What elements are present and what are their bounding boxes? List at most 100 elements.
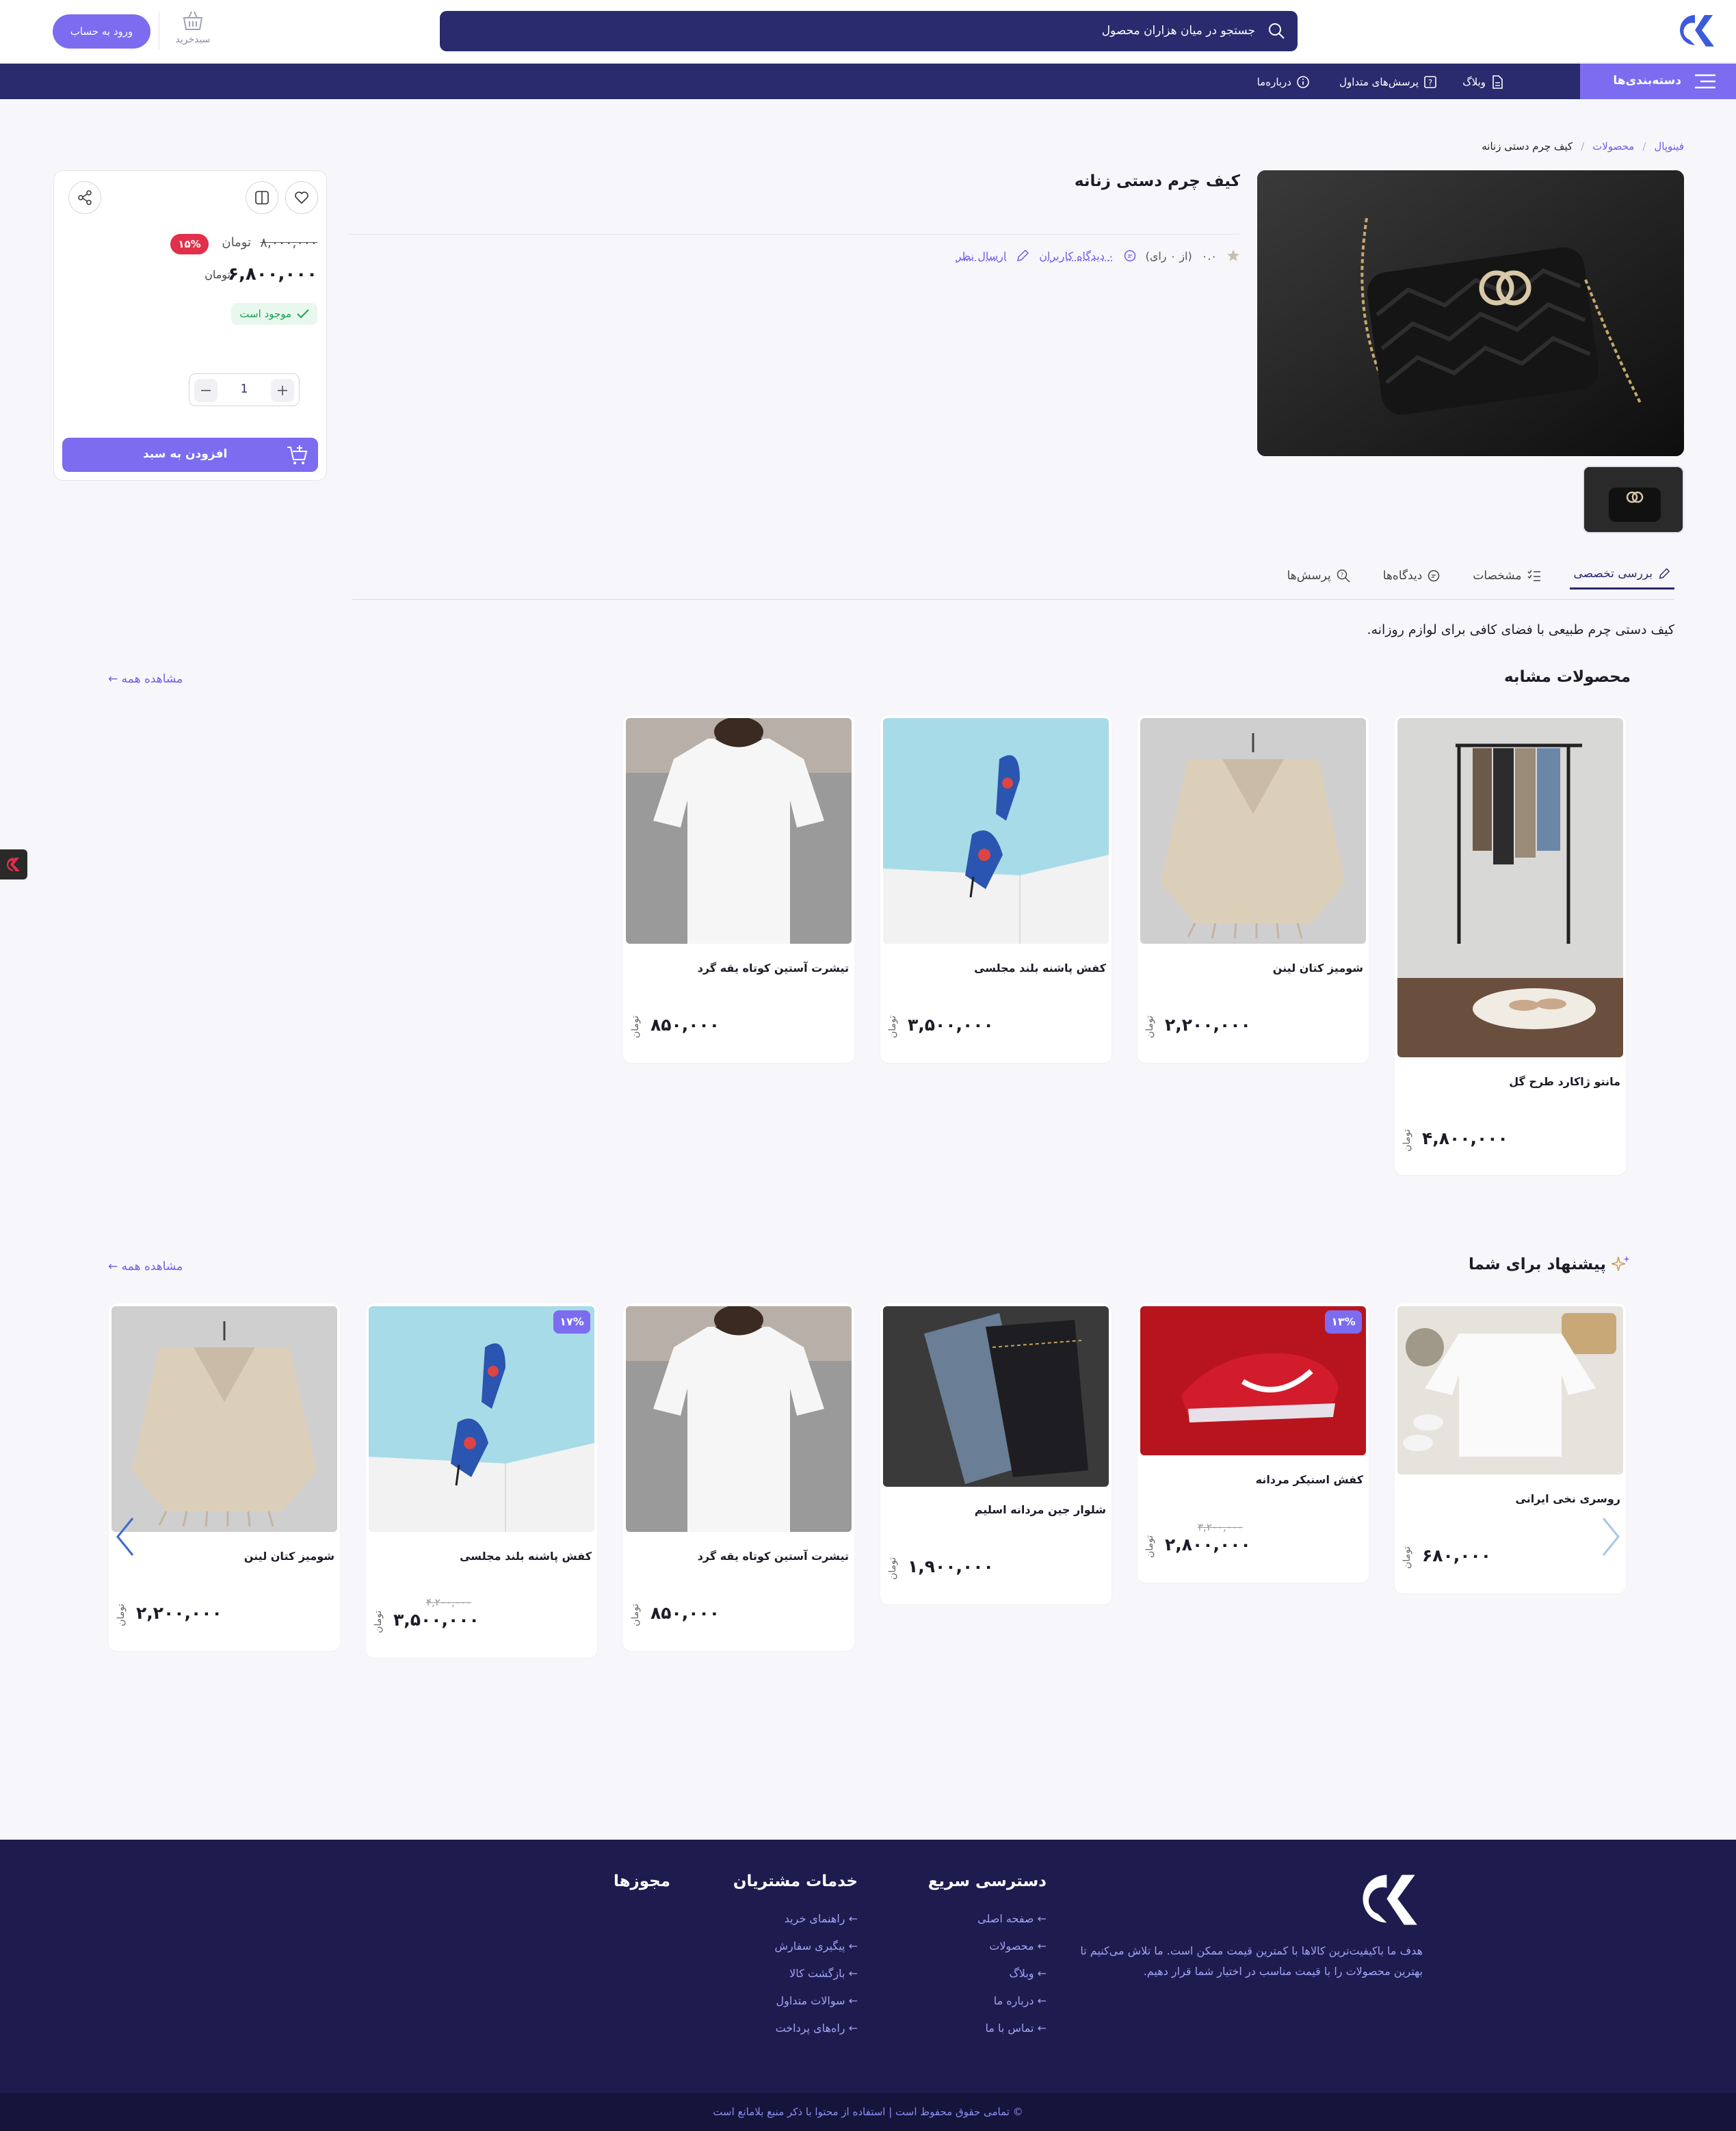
tab-specs[interactable]: مشخصات <box>1469 562 1544 590</box>
product-image <box>369 1306 594 1532</box>
product-name: کفش اسنیکر مردانه <box>1255 1473 1363 1486</box>
tab-questions-label: پرسش‌ها <box>1287 569 1331 583</box>
footer-link[interactable]: ← درباره ما <box>928 1987 1047 2015</box>
nav-blog-label: وبلاگ <box>1462 76 1486 88</box>
decrease-button[interactable] <box>194 379 218 402</box>
side-widget[interactable] <box>0 849 27 879</box>
search-placeholder: جستجو در میان هزاران محصول <box>1101 24 1255 38</box>
reviews-link[interactable]: ۰ دیدگاه کاربران <box>1039 250 1114 263</box>
info-icon <box>1297 76 1309 88</box>
footer-link[interactable]: ← وبلاگ <box>928 1960 1047 1987</box>
add-to-cart-label: افزودن به سبد <box>143 447 228 461</box>
checklist-icon <box>1527 570 1540 581</box>
price-unit: تومان <box>887 1015 898 1038</box>
comment-icon <box>1124 250 1135 262</box>
breadcrumb-current: کیف چرم دستی زنانه <box>1482 140 1573 153</box>
tab-comments[interactable]: دیدگاه‌ها <box>1379 562 1445 590</box>
nav-about-label: درباره‌ما <box>1257 76 1291 88</box>
footer-logo[interactable] <box>1353 1868 1423 1931</box>
footer-link[interactable]: ← پیگیری سفارش <box>733 1933 858 1960</box>
cart-plus-icon <box>287 445 308 464</box>
tabs-divider <box>352 599 1674 600</box>
breadcrumb-home[interactable]: فینوپال <box>1654 140 1684 153</box>
cart-button[interactable]: سبدخرید <box>171 10 215 53</box>
price-unit: تومان <box>1402 1128 1412 1152</box>
similar-see-all[interactable]: مشاهده همه ← <box>108 672 183 686</box>
discount-badge: ۱۳% <box>1325 1310 1362 1334</box>
breadcrumb-products[interactable]: محصولات <box>1592 140 1634 153</box>
price-unit: تومان <box>630 1015 641 1038</box>
question-icon: ? <box>1424 76 1436 88</box>
categories-label: دسته‌بندی‌ها <box>1613 74 1681 88</box>
tab-questions[interactable]: ? پرسش‌ها <box>1283 562 1354 590</box>
rating-row: ۰.۰ (از ۰ رای) ۰ دیدگاه کاربران ارسال نظ… <box>956 249 1240 263</box>
product-name: تیشرت آستین کوتاه یقه گرد <box>697 962 849 975</box>
footer-link[interactable]: ← محصولات <box>928 1933 1047 1960</box>
share-button[interactable] <box>68 181 101 214</box>
price-unit: تومان <box>1402 1546 1412 1569</box>
compare-button[interactable] <box>246 181 278 214</box>
tab-specs-label: مشخصات <box>1473 569 1522 583</box>
product-price: ۲,۲۰۰,۰۰۰ <box>136 1603 222 1623</box>
product-thumbnail[interactable] <box>1583 466 1684 533</box>
nav-about[interactable]: درباره‌ما <box>1257 75 1309 90</box>
pencil-icon <box>1017 249 1029 261</box>
question-search-icon: ? <box>1337 569 1350 583</box>
nav-blog[interactable]: وبلاگ <box>1462 75 1503 90</box>
footer-service-title: خدمات مشتریان <box>733 1872 858 1890</box>
site-logo[interactable] <box>1674 11 1717 51</box>
product-image <box>883 718 1109 944</box>
product-card[interactable]: ۱۳% کفش اسنیکر مردانه ۳,۲۰۰,۰۰۰ ۲,۸۰۰,۰۰… <box>1137 1303 1369 1583</box>
footer-link[interactable]: ← راه‌های پرداخت <box>733 2015 858 2042</box>
compare-icon <box>255 191 269 204</box>
comment-icon <box>1428 570 1440 582</box>
price-unit: تومان <box>630 1603 641 1626</box>
footer-link[interactable]: ← بازگشت کالا <box>733 1960 858 1987</box>
footer-quick-links: دسترسی سریع ← صفحه اصلی ← محصولات ← وبلا… <box>928 1872 1047 2042</box>
product-card[interactable]: شومیز کتان لینن ۲,۲۰۰,۰۰۰ تومان <box>109 1303 340 1651</box>
product-card[interactable]: تیشرت آستین کوتاه یقه گرد ۸۵۰,۰۰۰ تومان <box>623 1303 854 1651</box>
product-card[interactable]: ۱۷% کفش پاشنه بلند مجلسی ۴,۲۰۰,۰۰۰ ۳,۵۰۰… <box>366 1303 597 1658</box>
stock-label: موجود است <box>239 308 291 320</box>
carousel-next-button[interactable] <box>1596 1513 1624 1561</box>
nav-faq-label: پرسش‌های متداول <box>1339 76 1419 88</box>
price: ۶,۸۰۰,۰۰۰ <box>228 264 317 284</box>
share-icon <box>78 190 92 205</box>
footer-link[interactable]: ← راهنمای خرید <box>733 1905 858 1933</box>
price-unit: تومان <box>205 268 231 281</box>
breadcrumb-separator: / <box>1581 140 1585 153</box>
footer-link[interactable]: ← تماس با ما <box>928 2015 1047 2042</box>
star-icon <box>1227 250 1239 261</box>
tab-review[interactable]: بررسی تخصصی <box>1569 562 1674 590</box>
nav-faq[interactable]: ? پرسش‌های متداول <box>1339 75 1436 90</box>
product-main-image[interactable] <box>1257 170 1684 456</box>
product-price: ۳,۵۰۰,۰۰۰ <box>908 1015 994 1035</box>
product-card[interactable]: تیشرت آستین کوتاه یقه گرد ۸۵۰,۰۰۰ تومان <box>623 715 854 1063</box>
write-review-link[interactable]: ارسال نظر <box>956 250 1007 263</box>
product-description: کیف دستی چرم طبیعی با فضای کافی برای لوا… <box>1367 622 1674 637</box>
product-card[interactable]: شلوار جین مردانه اسلیم ۱,۹۰۰,۰۰۰ تومان <box>880 1303 1112 1604</box>
price-unit: تومان <box>116 1603 127 1626</box>
product-tabs: بررسی تخصصی مشخصات دیدگاه‌ها ? پرسش‌ها <box>1283 562 1674 590</box>
search-bar[interactable]: جستجو در میان هزاران محصول <box>440 11 1298 51</box>
categories-button[interactable]: دسته‌بندی‌ها <box>1580 64 1736 99</box>
footer-license-title: مجوزها <box>613 1872 670 1890</box>
product-price: ۴,۸۰۰,۰۰۰ <box>1422 1128 1508 1148</box>
site-header: جستجو در میان هزاران محصول سبدخرید ورود … <box>0 0 1736 63</box>
favorite-button[interactable] <box>285 181 318 214</box>
old-price-unit: تومان <box>222 235 251 250</box>
carousel-prev-button[interactable] <box>112 1513 140 1561</box>
login-button[interactable]: ورود به حساب <box>53 14 150 49</box>
footer-link[interactable]: ← سوالات متداول <box>733 1987 858 2015</box>
product-card[interactable]: روسری نخی ایرانی ۶۸۰,۰۰۰ تومان <box>1395 1303 1626 1593</box>
product-name: شلوار جین مردانه اسلیم <box>974 1503 1106 1516</box>
product-card[interactable]: کفش پاشنه بلند مجلسی ۳,۵۰۰,۰۰۰ تومان <box>880 715 1112 1063</box>
price-unit: تومان <box>373 1610 384 1633</box>
price-unit: تومان <box>1144 1535 1155 1558</box>
product-card[interactable]: شومیز کتان لینن ۲,۲۰۰,۰۰۰ تومان <box>1137 715 1369 1063</box>
pencil-icon <box>1659 568 1670 579</box>
product-card[interactable]: مانتو ژاکارد طرح گل ۴,۸۰۰,۰۰۰ تومان <box>1395 715 1626 1175</box>
footer-link[interactable]: ← صفحه اصلی <box>928 1905 1047 1933</box>
suggest-see-all[interactable]: مشاهده همه ← <box>108 1260 183 1273</box>
add-to-cart-button[interactable]: افزودن به سبد <box>62 438 318 472</box>
